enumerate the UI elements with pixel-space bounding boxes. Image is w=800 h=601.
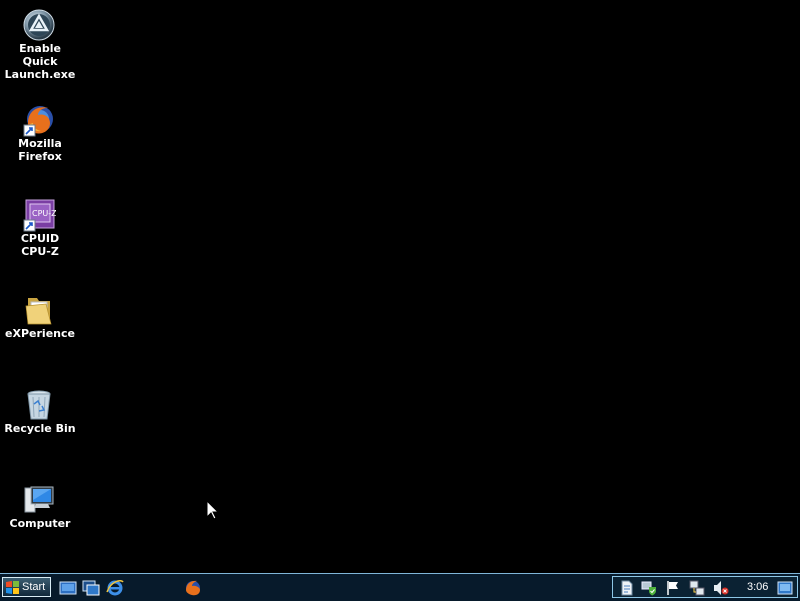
firefox-icon [23, 106, 53, 137]
switch-windows-icon[interactable] [82, 579, 100, 597]
desktop-icon-mozilla-firefox[interactable]: Mozilla Firefox [0, 99, 80, 185]
desktop-icon-recycle-bin[interactable]: Recycle Bin [0, 384, 80, 470]
start-label: Start [22, 581, 46, 593]
aim-app-icon [23, 9, 55, 41]
desktop-icon-computer[interactable]: Computer [0, 479, 80, 565]
network-icon[interactable] [689, 580, 705, 596]
firefox-taskbar-icon[interactable] [184, 579, 202, 597]
desktop-icon-enable-quick-launch[interactable]: Enable Quick Launch.exe [0, 4, 80, 90]
clock[interactable]: 3:06 [747, 581, 768, 593]
windows-logo-icon [6, 580, 19, 594]
show-desktop-icon[interactable] [59, 579, 77, 597]
recycle-bin-icon [27, 390, 51, 420]
taskbar: Start 3:06 [0, 573, 800, 601]
desktop-icon-experience-folder[interactable]: eXPerience [0, 289, 80, 375]
show-desktop-tray-icon[interactable] [777, 580, 793, 596]
document-icon[interactable] [619, 580, 635, 596]
desktop-icon-cpuid-cpu-z[interactable]: CPU-Z CPUID CPU-Z [0, 194, 80, 280]
desktop-icon-label: Computer [9, 517, 71, 530]
desktop-icon-label: Enable Quick Launch.exe [4, 42, 76, 81]
mouse-cursor-icon [207, 501, 219, 520]
folder-icon [25, 298, 52, 325]
flag-icon[interactable] [665, 580, 681, 596]
internet-explorer-icon[interactable] [106, 579, 124, 597]
desktop-icon-label: Recycle Bin [4, 422, 76, 435]
start-button[interactable]: Start [2, 577, 51, 597]
svg-text:CPU-Z: CPU-Z [32, 209, 56, 218]
desktop-icon-label: CPUID CPU-Z [20, 232, 60, 258]
volume-muted-icon[interactable] [713, 580, 729, 596]
desktop[interactable]: Enable Quick Launch.exe Mozilla Firefox … [0, 0, 800, 573]
system-tray: 3:06 [612, 576, 798, 598]
network-shield-icon[interactable] [641, 580, 657, 596]
computer-icon [24, 486, 54, 513]
desktop-icon-label: eXPerience [5, 327, 75, 340]
desktop-icon-label: Mozilla Firefox [18, 137, 62, 163]
cpuz-icon: CPU-Z [23, 199, 56, 232]
